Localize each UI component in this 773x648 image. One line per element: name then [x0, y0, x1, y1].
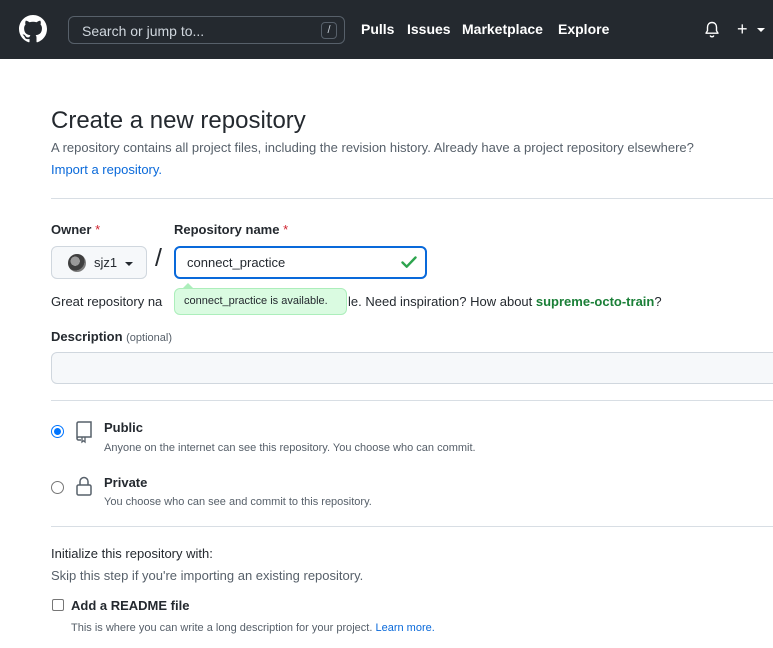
private-title: Private [104, 475, 148, 490]
page-description: A repository contains all project files,… [51, 140, 694, 155]
nav-pulls[interactable]: Pulls [361, 21, 394, 37]
readme-label[interactable]: Add a README file [71, 598, 189, 613]
search-shortcut-key: / [321, 22, 337, 39]
owner-value: sjz1 [94, 255, 118, 270]
search-input[interactable]: Search or jump to... / [68, 16, 345, 44]
check-icon [401, 256, 417, 268]
create-new-button[interactable]: + [737, 19, 748, 39]
required-mark: * [95, 222, 101, 237]
readme-description: This is where you can write a long descr… [71, 622, 435, 634]
initialize-subtitle: Skip this step if you're importing an ex… [51, 568, 364, 583]
name-hint: le. Need inspiration? How about supreme-… [348, 294, 662, 309]
page-title: Create a new repository [51, 107, 306, 134]
nav-issues[interactable]: Issues [407, 21, 451, 37]
availability-tooltip: connect_practice is available. [174, 288, 347, 315]
owner-select[interactable]: sjz1 [51, 246, 147, 279]
private-description: You choose who can see and commit to thi… [104, 496, 372, 508]
public-title: Public [104, 420, 144, 435]
github-logo-icon[interactable] [19, 15, 47, 43]
description-label: Description (optional) [51, 329, 172, 344]
import-repository-link[interactable]: Import a repository. [51, 162, 162, 177]
readme-checkbox[interactable] [52, 599, 64, 611]
search-placeholder: Search or jump to... [82, 23, 205, 39]
bell-icon[interactable] [704, 21, 720, 39]
repository-name-label: Repository name * [174, 222, 289, 237]
public-description: Anyone on the internet can see this repo… [104, 442, 476, 454]
repo-icon [76, 421, 92, 444]
nav-explore[interactable]: Explore [558, 21, 609, 37]
divider [51, 526, 773, 527]
initialize-heading: Initialize this repository with: [51, 546, 213, 561]
optional-tag: (optional) [126, 332, 172, 344]
owner-label: Owner * [51, 222, 101, 237]
repository-name-input[interactable] [174, 246, 427, 279]
radio-public[interactable] [51, 425, 64, 438]
required-mark: * [283, 222, 289, 237]
description-input[interactable] [51, 352, 773, 384]
learn-more-link[interactable]: Learn more. [375, 622, 434, 634]
lock-icon [76, 476, 92, 496]
global-header: Search or jump to... / Pulls Issues Mark… [0, 0, 773, 59]
name-suggestion-link[interactable]: supreme-octo-train [536, 294, 654, 309]
avatar [68, 254, 86, 272]
divider [51, 198, 773, 199]
radio-private[interactable] [51, 481, 64, 494]
nav-marketplace[interactable]: Marketplace [462, 21, 543, 37]
name-hint-start: Great repository na [51, 294, 163, 309]
divider [51, 400, 773, 401]
chevron-down-icon[interactable] [757, 28, 765, 32]
owner-repo-separator: / [155, 244, 162, 272]
chevron-down-icon [125, 262, 133, 266]
